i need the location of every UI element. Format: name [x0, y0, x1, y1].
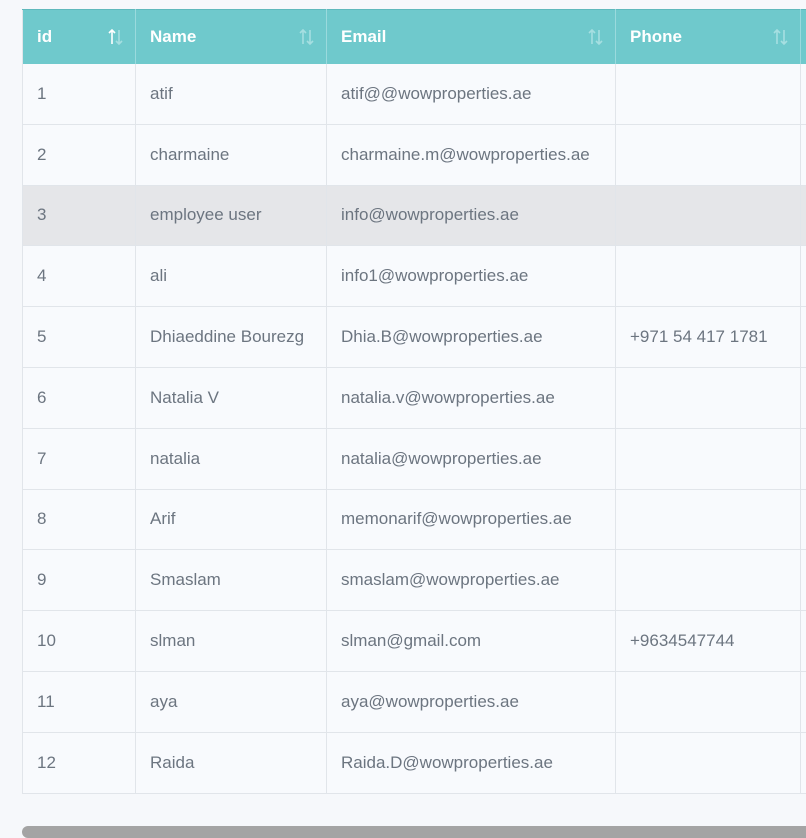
- table-row[interactable]: 10 slman slman@gmail.com +9634547744: [22, 610, 806, 672]
- cell-email: natalia.v@wowproperties.ae: [326, 367, 616, 429]
- cell-id: 7: [22, 428, 136, 490]
- cell-name: Raida: [135, 732, 327, 794]
- cell-extra: [800, 610, 806, 672]
- cell-phone: [615, 185, 801, 247]
- column-header-phone[interactable]: Phone: [615, 9, 801, 64]
- cell-phone: [615, 63, 801, 125]
- cell-id: 3: [22, 185, 136, 247]
- cell-name: atif: [135, 63, 327, 125]
- table-row[interactable]: 4 ali info1@wowproperties.ae: [22, 245, 806, 308]
- cell-email: charmaine.m@wowproperties.ae: [326, 124, 616, 186]
- column-header-label: Email: [341, 26, 387, 46]
- cell-id: 9: [22, 549, 136, 612]
- sort-arrows-icon[interactable]: [587, 27, 605, 47]
- cell-phone: [615, 367, 801, 429]
- header-row: id Name Email Phone: [22, 9, 806, 64]
- column-header-email[interactable]: Email: [326, 9, 616, 64]
- cell-name: slman: [135, 610, 327, 672]
- cell-extra: [800, 732, 806, 794]
- cell-name: Dhiaeddine Bourezg: [135, 306, 327, 368]
- users-table: id Name Email Phone 1atifatif@@wowprop: [22, 9, 806, 794]
- cell-id: 11: [22, 671, 136, 733]
- cell-email: natalia@wowproperties.ae: [326, 428, 616, 490]
- table-row[interactable]: 9 Smaslam smaslam@wowproperties.ae: [22, 549, 806, 612]
- cell-phone: +9634547744: [615, 610, 801, 672]
- cell-id: 4: [22, 245, 136, 308]
- sort-arrows-icon[interactable]: [107, 27, 125, 47]
- cell-phone: [615, 549, 801, 612]
- cell-name: ali: [135, 245, 327, 308]
- cell-name: charmaine: [135, 124, 327, 186]
- cell-phone: [615, 671, 801, 733]
- column-header-label: id: [37, 26, 53, 46]
- sort-arrows-icon[interactable]: [298, 27, 316, 47]
- cell-extra: [800, 306, 806, 368]
- cell-email: aya@wowproperties.ae: [326, 671, 616, 733]
- cell-phone: [615, 428, 801, 490]
- cell-email: memonarif@wowproperties.ae: [326, 489, 616, 551]
- table-row[interactable]: 1 atif atif@@wowproperties.ae: [22, 63, 806, 125]
- cell-name: Arif: [135, 489, 327, 551]
- table-row[interactable]: 11 aya aya@wowproperties.ae: [22, 671, 806, 733]
- cell-extra: [800, 124, 806, 186]
- cell-name: employee user: [135, 185, 327, 247]
- cell-email: Raida.D@wowproperties.ae: [326, 732, 616, 794]
- cell-id: 1: [22, 63, 136, 125]
- horizontal-scrollbar[interactable]: [22, 826, 806, 838]
- cell-id: 2: [22, 124, 136, 186]
- cell-phone: [615, 489, 801, 551]
- cell-name: aya: [135, 671, 327, 733]
- cell-extra: [800, 671, 806, 733]
- cell-email: Dhia.B@wowproperties.ae: [326, 306, 616, 368]
- column-header-extra: [800, 9, 806, 64]
- column-header-id[interactable]: id: [22, 9, 136, 64]
- table-body: 1 atif atif@@wowproperties.ae 2 charmaine cha…: [22, 63, 806, 794]
- cell-id: 10: [22, 610, 136, 672]
- column-header-name[interactable]: Name: [135, 9, 327, 64]
- table-header: id Name Email Phone: [22, 9, 806, 64]
- cell-extra: [800, 185, 806, 247]
- table-row[interactable]: 3 employee user info@wowproperties.ae: [22, 185, 806, 247]
- cell-id: 6: [22, 367, 136, 429]
- cell-extra: [800, 245, 806, 308]
- cell-phone: +971 54 417 1781: [615, 306, 801, 368]
- cell-extra: [800, 428, 806, 490]
- table-row[interactable]: 8 Arif memonarif@wowproperties.ae: [22, 489, 806, 551]
- column-header-label: Phone: [630, 26, 682, 46]
- cell-email: smaslam@wowproperties.ae: [326, 549, 616, 612]
- cell-extra: [800, 489, 806, 551]
- table-row[interactable]: 12 Raida Raida.D@wowproperties.ae: [22, 732, 806, 794]
- table-row[interactable]: 2 charmaine charmaine.m@wowproperties.ae: [22, 124, 806, 186]
- cell-id: 12: [22, 732, 136, 794]
- cell-phone: [615, 124, 801, 186]
- cell-phone: [615, 245, 801, 308]
- cell-email: info@wowproperties.ae: [326, 185, 616, 247]
- cell-name: Natalia V: [135, 367, 327, 429]
- table-row[interactable]: 5 Dhiaeddine Bourezg Dhia.B@wowproperties.…: [22, 306, 806, 368]
- cell-extra: [800, 63, 806, 125]
- cell-email: atif@@wowproperties.ae: [326, 63, 616, 125]
- cell-email: slman@gmail.com: [326, 610, 616, 672]
- sort-arrows-icon[interactable]: [772, 27, 790, 47]
- cell-extra: [800, 367, 806, 429]
- cell-extra: [800, 549, 806, 612]
- cell-id: 5: [22, 306, 136, 368]
- table-row[interactable]: 7 natalia natalia@wowproperties.ae: [22, 428, 806, 490]
- cell-name: Smaslam: [135, 549, 327, 612]
- table-row[interactable]: 6 Natalia Vnatalia.v@wowproperties.ae: [22, 367, 806, 429]
- users-table-container: id Name Email Phone 1atifatif@@wowprop: [22, 9, 806, 795]
- cell-id: 8: [22, 489, 136, 551]
- cell-name: natalia: [135, 428, 327, 490]
- cell-phone: [615, 732, 801, 794]
- column-header-label: Name: [150, 26, 197, 46]
- cell-email: info1@wowproperties.ae: [326, 245, 616, 308]
